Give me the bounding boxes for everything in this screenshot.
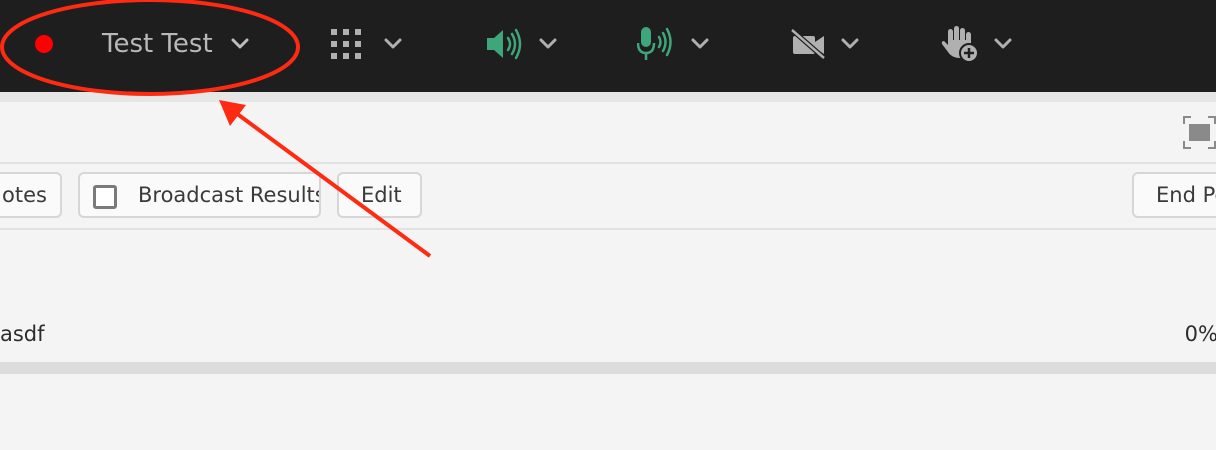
notes-button-label: otes: [2, 183, 47, 207]
edit-button[interactable]: Edit: [337, 172, 422, 218]
microphone-icon[interactable]: [637, 25, 675, 63]
speaker-chevron-down-icon[interactable]: [538, 37, 558, 51]
broadcast-results-label: Broadcast Results: [138, 183, 321, 207]
speaker-icon[interactable]: [485, 27, 525, 61]
poll-result-bar: [0, 362, 1216, 374]
divider: [0, 228, 1216, 230]
poll-answer-percent: 0%: [1184, 322, 1216, 346]
end-poll-button-label: End Po: [1156, 183, 1216, 207]
end-poll-button[interactable]: End Po: [1132, 172, 1216, 218]
user-menu-chevron-down-icon[interactable]: [230, 37, 250, 51]
divider: [0, 162, 1216, 164]
meeting-toolbar: Test Test: [0, 0, 1216, 92]
camera-off-icon[interactable]: [790, 28, 828, 60]
edit-button-label: Edit: [361, 183, 402, 207]
camera-chevron-down-icon[interactable]: [840, 37, 860, 51]
poll-answer-label: asdf: [0, 322, 45, 346]
notes-button[interactable]: otes: [0, 172, 62, 218]
raise-hand-icon[interactable]: [940, 24, 980, 64]
broadcast-results-checkbox[interactable]: [93, 185, 117, 209]
microphone-chevron-down-icon[interactable]: [690, 37, 710, 51]
grid-chevron-down-icon[interactable]: [383, 37, 403, 51]
broadcast-results-button[interactable]: Broadcast Results: [78, 172, 321, 218]
raise-hand-chevron-down-icon[interactable]: [993, 37, 1013, 51]
user-name[interactable]: Test Test: [102, 24, 213, 64]
fullscreen-icon[interactable]: [1183, 116, 1216, 149]
recording-indicator-icon: [35, 35, 53, 53]
toolbar-divider: [0, 92, 1216, 102]
pod-header: [0, 102, 1216, 162]
grid-icon[interactable]: [330, 28, 362, 60]
